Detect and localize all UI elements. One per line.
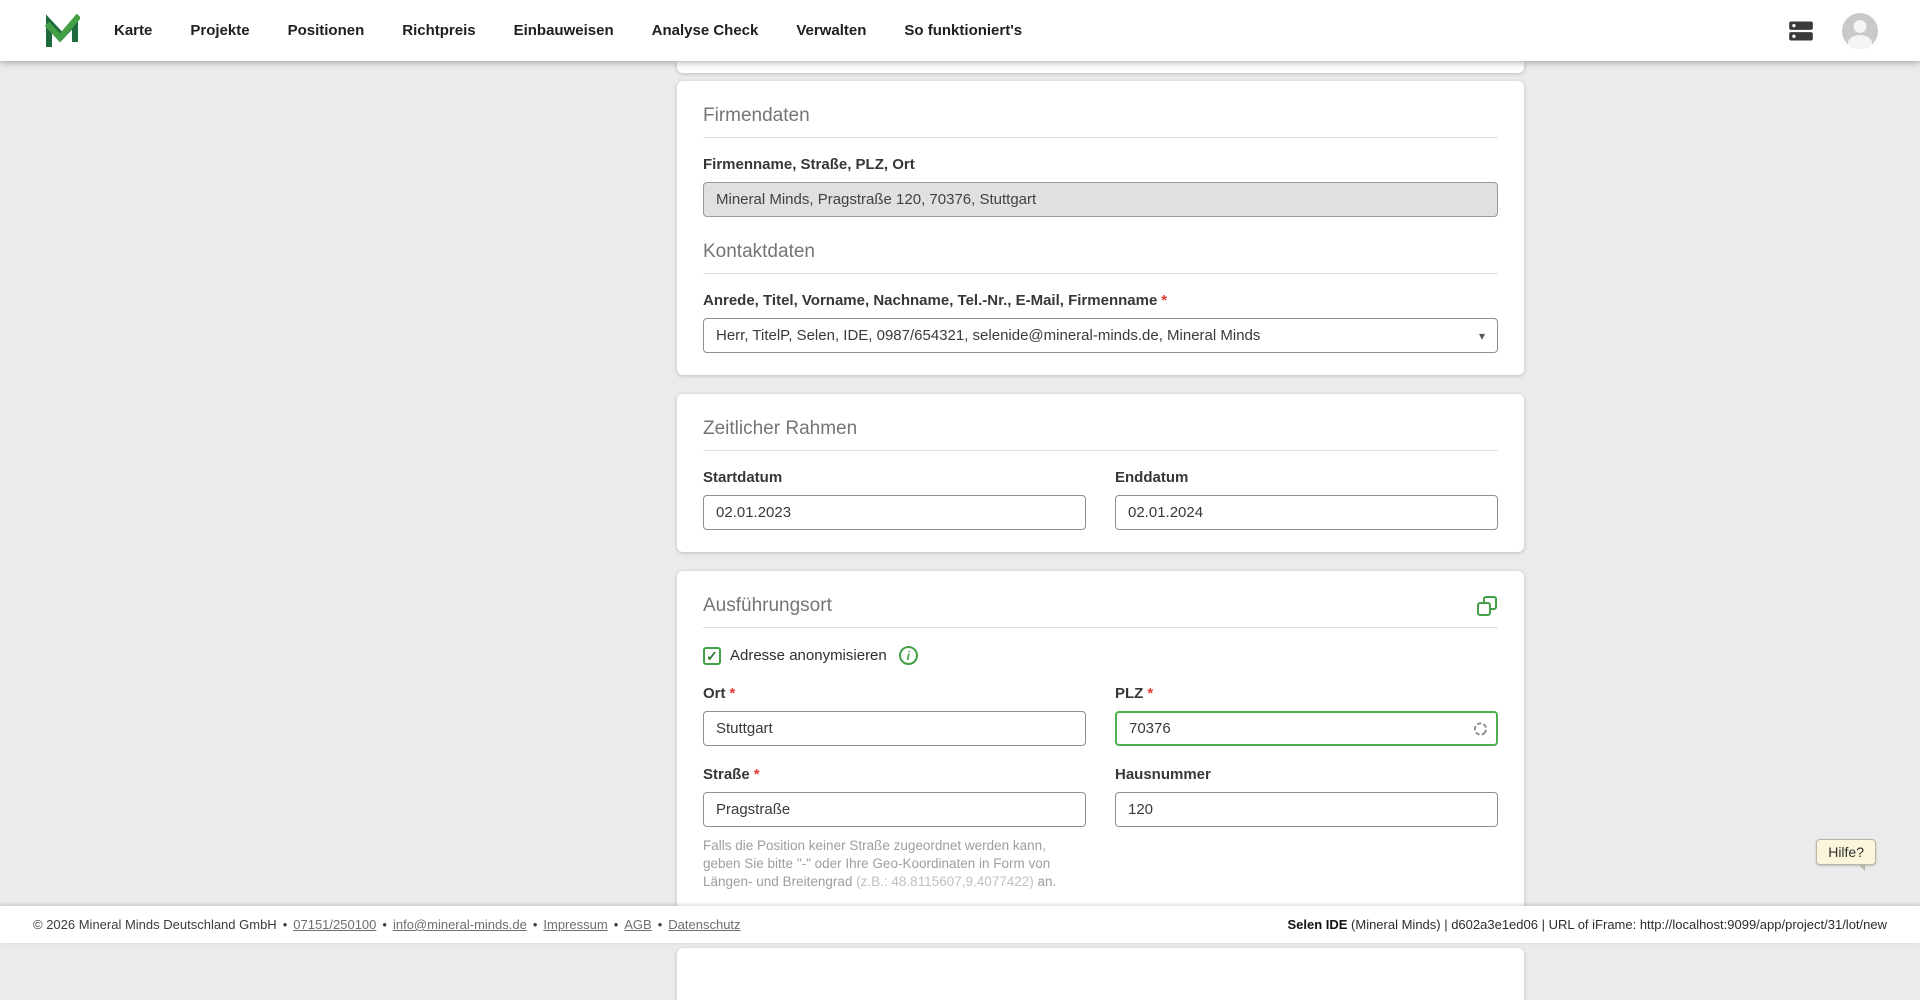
top-navigation: Karte Projekte Positionen Richtpreis Ein… (0, 0, 1920, 61)
anonymize-address-row: ✓ Adresse anonymisieren i (703, 646, 1498, 665)
company-readonly-input[interactable] (703, 182, 1498, 217)
strasse-input[interactable] (703, 792, 1086, 827)
ausfuehrungsort-card: Ausführungsort ✓ Adresse anonymisieren i… (677, 571, 1524, 914)
footer-env-text: (Mineral Minds) | d602a3e1ed06 | URL of … (1347, 917, 1887, 932)
firmendaten-title: Firmendaten (703, 105, 1498, 127)
zeitlicher-rahmen-card: Zeitlicher Rahmen Startdatum Enddatum (677, 394, 1524, 552)
strasse-label-text: Straße (703, 766, 750, 783)
ort-label: Ort* (703, 685, 1086, 702)
startdatum-field: Startdatum (703, 469, 1086, 530)
startdatum-input[interactable] (703, 495, 1086, 530)
required-marker: * (754, 766, 760, 783)
required-marker: * (1147, 685, 1153, 702)
required-marker: * (1161, 292, 1167, 309)
contact-select[interactable]: Herr, TitelP, Selen, IDE, 0987/654321, s… (703, 318, 1498, 353)
nav-item-analyse-check[interactable]: Analyse Check (652, 22, 759, 39)
hausnummer-input[interactable] (1115, 792, 1498, 827)
hausnummer-label: Hausnummer (1115, 766, 1498, 783)
strasse-field: Straße* Falls die Position keiner Straße… (703, 766, 1086, 892)
footer-brand-text: Selen IDE (1287, 917, 1347, 932)
enddatum-field: Enddatum (1115, 469, 1498, 530)
separator: • (658, 917, 663, 932)
strasse-hint-text: Falls die Position keiner Straße zugeord… (703, 837, 1086, 892)
zeitraum-title: Zeitlicher Rahmen (703, 418, 1498, 440)
copyright-text: © 2026 Mineral Minds Deutschland GmbH (33, 917, 277, 932)
ort-input[interactable] (703, 711, 1086, 746)
previous-card-partial (677, 61, 1524, 73)
footer-datenschutz-link[interactable]: Datenschutz (668, 917, 740, 932)
footer-email-link[interactable]: info@mineral-minds.de (393, 917, 527, 932)
next-card-partial (677, 948, 1524, 1000)
required-marker: * (730, 685, 736, 702)
separator: • (614, 917, 619, 932)
kontaktdaten-title: Kontaktdaten (703, 241, 1498, 263)
nav-item-verwalten[interactable]: Verwalten (796, 22, 866, 39)
nav-menu: Karte Projekte Positionen Richtpreis Ein… (114, 22, 1022, 39)
nav-item-richtpreis[interactable]: Richtpreis (402, 22, 475, 39)
contact-select-value: Herr, TitelP, Selen, IDE, 0987/654321, s… (716, 327, 1260, 344)
footer-right: Selen IDE (Mineral Minds) | d602a3e1ed06… (1287, 917, 1887, 932)
nav-item-einbauweisen[interactable]: Einbauweisen (514, 22, 614, 39)
hausnummer-field: Hausnummer (1115, 766, 1498, 892)
nav-right-section (1786, 13, 1920, 49)
nav-item-so-funktionierts[interactable]: So funktioniert's (904, 22, 1022, 39)
mineral-minds-logo-icon (44, 13, 80, 49)
footer-impressum-link[interactable]: Impressum (543, 917, 607, 932)
contact-field-label-text: Anrede, Titel, Vorname, Nachname, Tel.-N… (703, 292, 1157, 309)
firmendaten-card: Firmendaten Firmenname, Straße, PLZ, Ort… (677, 81, 1524, 375)
chevron-down-icon: ▾ (1479, 329, 1485, 343)
enddatum-label: Enddatum (1115, 469, 1498, 486)
copy-icon[interactable] (1476, 595, 1498, 622)
ort-field: Ort* (703, 685, 1086, 746)
anonymize-checkbox-label: Adresse anonymisieren (730, 647, 887, 664)
plz-field: PLZ* (1115, 685, 1498, 746)
startdatum-label: Startdatum (703, 469, 1086, 486)
info-icon[interactable]: i (899, 646, 918, 665)
avatar-head-shape (1854, 20, 1867, 33)
divider (703, 137, 1498, 138)
hint-coords-example: (z.B.: 48.8115607,9.4077422) (856, 874, 1034, 889)
strasse-label: Straße* (703, 766, 1086, 783)
ort-label-text: Ort (703, 685, 726, 702)
divider (703, 273, 1498, 274)
help-button[interactable]: Hilfe? (1816, 839, 1876, 865)
server-icon[interactable] (1786, 18, 1816, 44)
form-content-column: Firmendaten Firmenname, Straße, PLZ, Ort… (677, 61, 1524, 1000)
footer-agb-link[interactable]: AGB (624, 917, 651, 932)
separator: • (283, 917, 288, 932)
user-avatar[interactable] (1842, 13, 1878, 49)
anonymize-checkbox[interactable]: ✓ (703, 647, 721, 665)
company-field-label: Firmenname, Straße, PLZ, Ort (703, 156, 1498, 173)
enddatum-input[interactable] (1115, 495, 1498, 530)
divider (703, 450, 1498, 451)
divider (703, 627, 1498, 628)
nav-item-projekte[interactable]: Projekte (190, 22, 249, 39)
hint-suffix-text: an. (1034, 874, 1057, 889)
ausfuehrungsort-title: Ausführungsort (703, 595, 832, 617)
plz-label: PLZ* (1115, 685, 1498, 702)
footer: © 2026 Mineral Minds Deutschland GmbH • … (0, 906, 1920, 943)
app-logo[interactable] (44, 13, 80, 49)
plz-label-text: PLZ (1115, 685, 1143, 702)
nav-item-karte[interactable]: Karte (114, 22, 152, 39)
nav-item-positionen[interactable]: Positionen (288, 22, 365, 39)
footer-phone-link[interactable]: 07151/250100 (293, 917, 376, 932)
contact-field-label: Anrede, Titel, Vorname, Nachname, Tel.-N… (703, 292, 1498, 309)
footer-left: © 2026 Mineral Minds Deutschland GmbH • … (33, 917, 741, 932)
plz-input[interactable] (1115, 711, 1498, 746)
separator: • (382, 917, 387, 932)
separator: • (533, 917, 538, 932)
avatar-body-shape (1848, 35, 1872, 49)
